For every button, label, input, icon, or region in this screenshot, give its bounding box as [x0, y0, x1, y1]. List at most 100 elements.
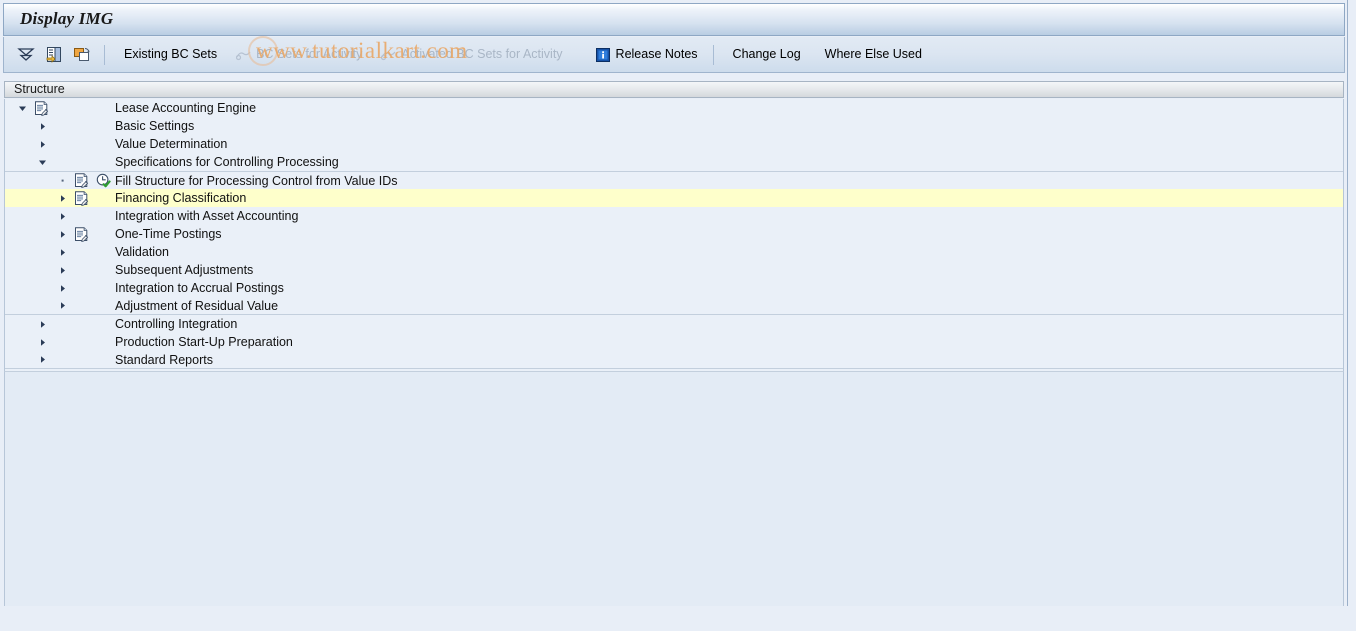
tree-row[interactable]: Validation: [5, 243, 1343, 261]
select-subtree-icon[interactable]: [42, 44, 66, 66]
img-activity-document-icon[interactable]: [33, 100, 49, 116]
tree-row-label-wrap: Basic Settings: [115, 119, 194, 133]
sap-application-window: Display IMG Existing BC Sets BC Sets for…: [0, 0, 1356, 631]
release-notes-label: Release Notes: [615, 47, 698, 62]
tree-row-label-wrap: Subsequent Adjustments: [115, 263, 253, 277]
chevron-down-icon[interactable]: [37, 157, 48, 168]
tree-row[interactable]: Integration with Asset Accounting: [5, 207, 1343, 225]
tree-row-label: Integration to Accrual Postings: [115, 281, 284, 295]
chevron-down-icon[interactable]: [17, 103, 28, 114]
tree-row[interactable]: Integration to Accrual Postings: [5, 279, 1343, 297]
tree-row-label-wrap: Adjustment of Residual Value: [115, 299, 278, 313]
tree-row[interactable]: Financing Classification: [5, 189, 1343, 207]
tree-row-icons: [73, 190, 89, 206]
tree-row[interactable]: One-Time Postings: [5, 225, 1343, 243]
chevron-right-icon[interactable]: [57, 300, 68, 311]
bc-sets-for-activity-label: BC Sets for Activity: [256, 47, 363, 62]
tree-row-label: Basic Settings: [115, 119, 195, 133]
chevron-right-icon[interactable]: [57, 193, 68, 204]
tree-row[interactable]: Specifications for Controlling Processin…: [5, 153, 1343, 171]
copy-icon[interactable]: [70, 44, 94, 66]
bottom-strip: [0, 606, 1348, 626]
tree-row[interactable]: Production Start-Up Preparation: [5, 333, 1343, 351]
img-activity-document-icon[interactable]: [73, 190, 89, 206]
tree-row-label: Standard Reports: [115, 352, 213, 367]
change-log-label: Change Log: [732, 47, 801, 62]
bc-set-icon: [235, 44, 251, 66]
toolbar-separator-2: [712, 44, 714, 65]
structure-column-header[interactable]: Structure: [4, 81, 1344, 98]
img-activity-document-icon[interactable]: [73, 173, 89, 188]
img-structure-tree[interactable]: Lease Accounting Engine Basic Settings Val…: [4, 99, 1344, 371]
tree-row[interactable]: Standard Reports: [5, 351, 1343, 369]
collapse-all-icon[interactable]: [14, 44, 38, 66]
chevron-right-icon[interactable]: [37, 354, 48, 365]
structure-header-label: Structure: [14, 82, 65, 97]
chevron-right-icon[interactable]: [57, 247, 68, 258]
chevron-right-icon[interactable]: [57, 283, 68, 294]
toolbar: Existing BC Sets BC Sets for Activity Ac…: [3, 37, 1345, 73]
chevron-right-icon[interactable]: [57, 229, 68, 240]
tree-row-label: Validation: [115, 245, 169, 259]
tree-row-label-wrap: Financing Classification: [115, 191, 246, 205]
activated-bc-sets-for-activity-button[interactable]: Activated BC Sets for Activity: [371, 43, 571, 67]
tree-row-label: Integration with Asset Accounting: [115, 209, 299, 223]
info-icon: [595, 44, 611, 66]
img-activity-document-icon[interactable]: [73, 226, 89, 242]
chevron-right-icon[interactable]: [37, 319, 48, 330]
chevron-right-icon[interactable]: [37, 139, 48, 150]
activated-bc-sets-label: Activated BC Sets for Activity: [401, 47, 563, 62]
tree-row-label-wrap: Integration to Accrual Postings: [115, 281, 284, 295]
tree-row-label-wrap: Specifications for Controlling Processin…: [115, 155, 339, 169]
tree-row-label-wrap: Standard Reports: [115, 353, 213, 367]
tree-row[interactable]: Lease Accounting Engine: [5, 99, 1343, 117]
bc-set-icon: [380, 44, 396, 66]
tree-row-label: Specifications for Controlling Processin…: [115, 155, 339, 169]
tree-row-label: Controlling Integration: [115, 317, 238, 331]
release-notes-button[interactable]: Release Notes: [586, 43, 707, 67]
content-empty-area: [4, 371, 1344, 606]
tree-row-label: Subsequent Adjustments: [115, 263, 254, 277]
tree-row-label: Adjustment of Residual Value: [115, 298, 279, 313]
tree-row-label-wrap: Lease Accounting Engine: [115, 101, 256, 115]
change-log-button[interactable]: Change Log: [724, 43, 810, 67]
tree-row-label: Value Determination: [115, 137, 228, 151]
chevron-right-icon[interactable]: [57, 265, 68, 276]
where-else-used-label: Where Else Used: [824, 47, 922, 62]
tree-row-label-wrap: Fill Structure for Processing Control fr…: [115, 174, 398, 188]
chevron-right-icon[interactable]: [37, 121, 48, 132]
tree-row-label: Financing Classification: [115, 191, 247, 205]
chevron-right-icon[interactable]: [37, 337, 48, 348]
where-else-used-button[interactable]: Where Else Used: [816, 43, 931, 67]
tree-row[interactable]: Subsequent Adjustments: [5, 261, 1343, 279]
app-inner-frame: Display IMG Existing BC Sets BC Sets for…: [0, 0, 1348, 626]
tree-row-label-wrap: One-Time Postings: [115, 227, 222, 241]
tree-row-label: Production Start-Up Preparation: [115, 335, 293, 349]
existing-bc-sets-button[interactable]: Existing BC Sets: [115, 43, 226, 67]
tree-row-label-wrap: Value Determination: [115, 137, 227, 151]
tree-row-label: One-Time Postings: [115, 227, 222, 241]
tree-row[interactable]: Value Determination: [5, 135, 1343, 153]
chevron-right-icon[interactable]: [57, 211, 68, 222]
title-bar: Display IMG: [3, 3, 1345, 36]
tree-row[interactable]: Fill Structure for Processing Control fr…: [5, 171, 1343, 189]
leaf-dot-icon[interactable]: [57, 175, 68, 186]
tree-row[interactable]: Controlling Integration: [5, 315, 1343, 333]
tree-row[interactable]: Basic Settings: [5, 117, 1343, 135]
scheduled-activity-clock-icon[interactable]: [95, 173, 111, 188]
tree-row[interactable]: Adjustment of Residual Value: [5, 297, 1343, 315]
bc-sets-for-activity-button[interactable]: BC Sets for Activity: [226, 43, 371, 67]
